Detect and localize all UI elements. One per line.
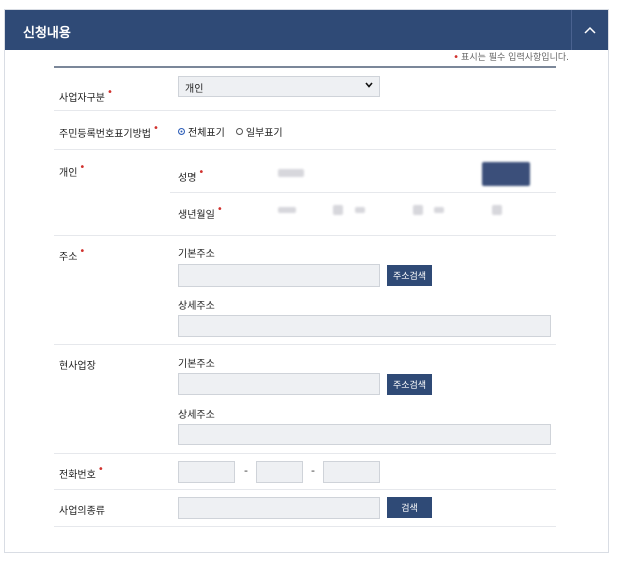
phone-input-3[interactable] — [323, 461, 380, 483]
radio-full-label[interactable]: 전체표기 — [188, 124, 225, 139]
row-divider — [54, 235, 556, 236]
site-basic-input[interactable] — [178, 373, 380, 395]
required-mark: • — [97, 464, 104, 475]
row-divider — [54, 489, 556, 490]
phone-label: 전화번호• — [59, 464, 104, 481]
required-mark: • — [107, 87, 113, 98]
rrn-display-radios: 전체표기 일부표기 — [178, 124, 283, 139]
name-value-redacted — [278, 169, 304, 177]
address-search-button[interactable]: 주소검색 — [387, 265, 432, 286]
birth-value-redacted — [355, 207, 365, 213]
phone-separator: - — [311, 464, 315, 477]
birth-value-redacted — [278, 207, 296, 213]
chevron-down-icon — [365, 82, 373, 88]
birth-value-redacted — [333, 205, 343, 215]
address-basic-label: 기본주소 — [178, 249, 215, 260]
business-type-label: 사업자구분• — [59, 87, 113, 104]
form-top-border — [54, 66, 556, 68]
required-mark: • — [216, 204, 223, 215]
individual-label: 개인• — [59, 162, 86, 179]
row-divider — [54, 526, 556, 527]
panel-header: 신청내용 — [5, 10, 608, 50]
site-detail-label: 상세주소 — [178, 410, 215, 421]
row-divider — [54, 453, 556, 454]
birth-value-redacted — [413, 205, 423, 215]
name-label: 성명• — [178, 167, 205, 184]
required-mark: • — [198, 167, 205, 178]
required-dot-icon: • — [453, 52, 460, 63]
row-divider — [54, 344, 556, 345]
site-label: 현사업장 — [59, 361, 96, 372]
radio-full[interactable] — [178, 128, 185, 135]
panel-title: 신청내용 — [23, 26, 71, 41]
required-note: • 표시는 필수 입력사항입니다. — [453, 52, 569, 63]
collapse-button[interactable] — [571, 10, 608, 50]
site-search-button[interactable]: 주소검색 — [387, 374, 432, 395]
business-kind-input[interactable] — [178, 497, 380, 519]
phone-separator: - — [244, 464, 248, 477]
address-basic-input[interactable] — [178, 264, 380, 287]
chevron-up-icon — [584, 26, 596, 34]
birth-value-redacted — [492, 205, 502, 215]
required-mark: • — [79, 246, 86, 257]
redacted-block — [482, 162, 530, 186]
row-divider — [54, 149, 556, 150]
row-divider — [170, 192, 556, 193]
required-mark: • — [153, 123, 159, 134]
radio-partial[interactable] — [235, 128, 243, 135]
rrn-display-label: 주민등록번호표기방법• — [59, 123, 159, 140]
site-detail-input[interactable] — [178, 424, 551, 445]
row-divider — [54, 110, 556, 111]
radio-partial-label[interactable]: 일부표기 — [246, 124, 283, 139]
business-type-select[interactable]: 개인 — [178, 76, 380, 97]
business-kind-label: 사업의종류 — [59, 506, 105, 517]
address-detail-input[interactable] — [178, 315, 551, 337]
business-kind-search-button[interactable]: 검색 — [387, 497, 432, 518]
birth-label: 생년월일• — [178, 204, 223, 221]
phone-input-1[interactable] — [178, 461, 235, 483]
birth-value-redacted — [434, 207, 444, 213]
address-label: 주소• — [59, 246, 86, 263]
phone-input-2[interactable] — [256, 461, 303, 483]
site-basic-label: 기본주소 — [178, 359, 215, 370]
address-detail-label: 상세주소 — [178, 301, 215, 312]
required-mark: • — [79, 162, 86, 173]
